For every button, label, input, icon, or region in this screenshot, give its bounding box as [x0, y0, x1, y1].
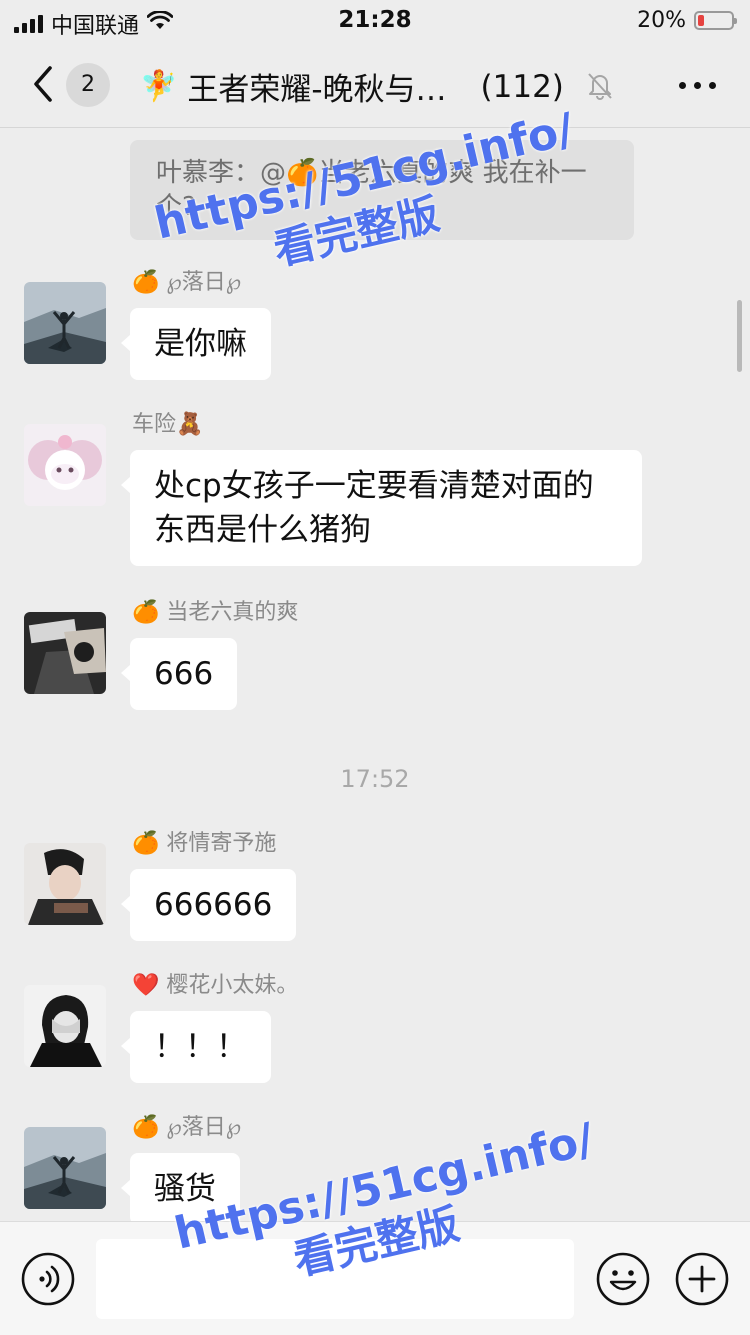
- message-bubble[interactable]: 666: [120, 638, 238, 710]
- group-name: 王者荣耀-晚秋与…: [187, 72, 447, 108]
- avatar[interactable]: [24, 282, 106, 364]
- sender-name: 🍊 当老六真的爽: [132, 600, 299, 625]
- unread-count-badge[interactable]: 2: [66, 63, 110, 107]
- avatar[interactable]: [24, 985, 106, 1067]
- battery-percent: 20%: [637, 8, 686, 33]
- time-divider: 17:52: [340, 765, 410, 793]
- message-bubble[interactable]: 处cp女孩子一定要看清楚对面的东西是什么猪狗: [121, 450, 642, 566]
- back-chevron-icon[interactable]: [26, 62, 66, 106]
- avatar[interactable]: [24, 1127, 106, 1209]
- fairy-icon: 🧚: [140, 69, 178, 104]
- smiley-icon[interactable]: [596, 1252, 650, 1306]
- message-bubble[interactable]: 是你嘛: [121, 308, 271, 380]
- muted-bell-icon: [586, 70, 614, 104]
- message-bubble[interactable]: 666666: [120, 869, 297, 941]
- avatar[interactable]: [24, 424, 106, 506]
- orange-emoji-icon: 🍊: [132, 1115, 160, 1140]
- member-count: (112): [480, 68, 564, 105]
- avatar[interactable]: [24, 612, 106, 694]
- heart-emoji-icon: ❤️: [132, 973, 160, 998]
- sender-name: ❤️ 樱花小太妹。: [132, 973, 299, 998]
- sender-name: 车险🧸: [132, 412, 204, 437]
- group-title[interactable]: 🧚 王者荣耀-晚秋与… (112): [140, 64, 564, 109]
- plus-circle-icon[interactable]: [675, 1252, 729, 1306]
- battery-icon: [694, 11, 737, 30]
- more-options-icon[interactable]: [679, 82, 716, 89]
- message-bubble[interactable]: ！！！: [121, 1011, 271, 1083]
- orange-emoji-icon: 🍊: [132, 270, 160, 295]
- chat-header: 2 🧚 王者荣耀-晚秋与… (112): [0, 42, 750, 128]
- sender-name: 🍊 ℘落日℘: [132, 1115, 242, 1140]
- orange-emoji-icon: 🍊: [132, 831, 160, 856]
- orange-emoji-icon: 🍊: [132, 600, 160, 625]
- scrollbar[interactable]: [737, 300, 742, 372]
- message-list[interactable]: 叶慕李：@🍊当老六真的爽 我在补一个? 🍊 ℘落日℘ 是你嘛 车险🧸 处cp女孩…: [0, 128, 750, 1221]
- avatar[interactable]: [24, 843, 106, 925]
- voice-icon[interactable]: [21, 1252, 75, 1306]
- status-bar: 中国联通 21:28 20%: [0, 0, 750, 42]
- status-right: 20%: [637, 8, 737, 33]
- sender-name: 🍊 将情寄予施: [132, 831, 277, 856]
